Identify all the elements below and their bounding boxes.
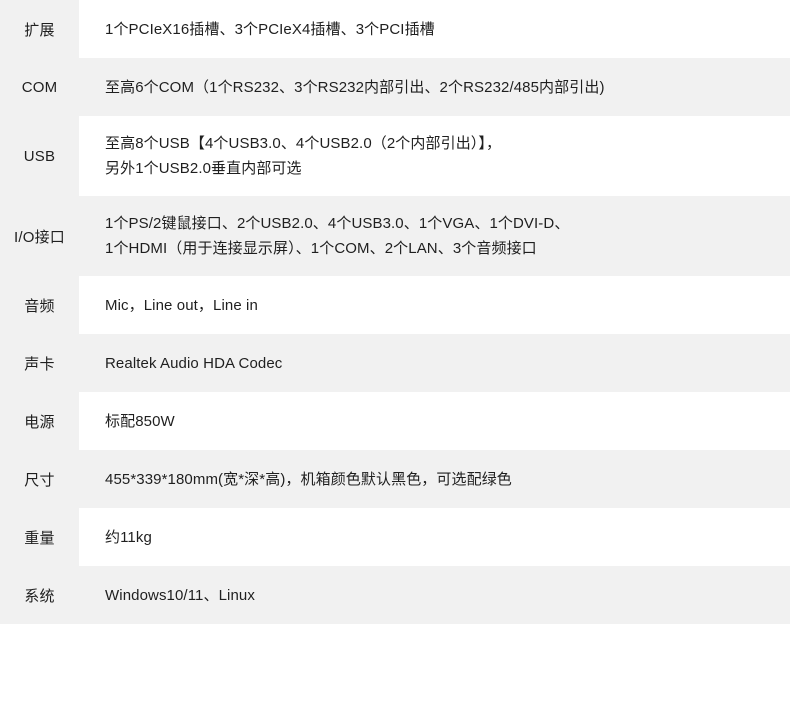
spec-value-cell: 455*339*180mm(宽*深*高)，机箱颜色默认黑色，可选配绿色 <box>79 450 790 508</box>
spec-label-cell: 音频 <box>0 276 79 334</box>
spec-value-line: 标配850W <box>105 412 175 430</box>
table-row: 重量 约11kg <box>0 508 790 566</box>
spec-value-cell: Realtek Audio HDA Codec <box>79 334 790 392</box>
spec-value-line: 1个PS/2键鼠接口、2个USB2.0、4个USB3.0、1个VGA、1个DVI… <box>105 215 570 232</box>
spec-value-line: 1个HDMI（用于连接显示屏）、1个COM、2个LAN、3个音频接口 <box>105 240 537 257</box>
spec-value-cell: 至高8个USB【4个USB3.0、4个USB2.0（2个内部引出）】， 另外1个… <box>79 116 790 196</box>
table-row: 尺寸 455*339*180mm(宽*深*高)，机箱颜色默认黑色，可选配绿色 <box>0 450 790 508</box>
spec-value-line: Realtek Audio HDA Codec <box>105 354 283 372</box>
table-row: 扩展 1个PCIeX16插槽、3个PCIeX4插槽、3个PCI插槽 <box>0 0 790 58</box>
spec-label-cell: COM <box>0 58 79 116</box>
specification-table: 扩展 1个PCIeX16插槽、3个PCIeX4插槽、3个PCI插槽 COM 至高… <box>0 0 790 624</box>
spec-value-line: 至高8个USB【4个USB3.0、4个USB2.0（2个内部引出）】， <box>105 135 502 152</box>
spec-value-line: Windows10/11、Linux <box>105 586 255 604</box>
page-bottom-whitespace <box>0 624 790 716</box>
spec-label-cell: 系统 <box>0 566 79 624</box>
spec-label-cell: 电源 <box>0 392 79 450</box>
spec-label-cell: 尺寸 <box>0 450 79 508</box>
spec-value-cell: 1个PS/2键鼠接口、2个USB2.0、4个USB3.0、1个VGA、1个DVI… <box>79 196 790 276</box>
spec-value-line: 1个PCIeX16插槽、3个PCIeX4插槽、3个PCI插槽 <box>105 20 435 38</box>
spec-value-cell: Windows10/11、Linux <box>79 566 790 624</box>
spec-label-cell: USB <box>0 116 79 196</box>
spec-value-line: 至高6个COM（1个RS232、3个RS232内部引出、2个RS232/485内… <box>105 78 605 96</box>
spec-label-cell: I/O接口 <box>0 196 79 276</box>
spec-label-cell: 扩展 <box>0 0 79 58</box>
spec-value-line: 另外1个USB2.0垂直内部可选 <box>105 160 302 177</box>
table-row: 电源 标配850W <box>0 392 790 450</box>
spec-value-line: 约11kg <box>105 528 152 546</box>
spec-value-line: Mic，Line out，Line in <box>105 296 258 314</box>
spec-label-cell: 重量 <box>0 508 79 566</box>
spec-value-line: 455*339*180mm(宽*深*高)，机箱颜色默认黑色，可选配绿色 <box>105 470 512 488</box>
table-row: USB 至高8个USB【4个USB3.0、4个USB2.0（2个内部引出）】， … <box>0 116 790 196</box>
spec-value-cell: 至高6个COM（1个RS232、3个RS232内部引出、2个RS232/485内… <box>79 58 790 116</box>
spec-value-cell: 1个PCIeX16插槽、3个PCIeX4插槽、3个PCI插槽 <box>79 0 790 58</box>
spec-sheet: 扩展 1个PCIeX16插槽、3个PCIeX4插槽、3个PCI插槽 COM 至高… <box>0 0 790 716</box>
table-row: 声卡 Realtek Audio HDA Codec <box>0 334 790 392</box>
spec-value-cell: 标配850W <box>79 392 790 450</box>
table-row: 系统 Windows10/11、Linux <box>0 566 790 624</box>
spec-label-cell: 声卡 <box>0 334 79 392</box>
table-row: I/O接口 1个PS/2键鼠接口、2个USB2.0、4个USB3.0、1个VGA… <box>0 196 790 276</box>
table-row: COM 至高6个COM（1个RS232、3个RS232内部引出、2个RS232/… <box>0 58 790 116</box>
table-row: 音频 Mic，Line out，Line in <box>0 276 790 334</box>
spec-value-cell: Mic，Line out，Line in <box>79 276 790 334</box>
spec-value-cell: 约11kg <box>79 508 790 566</box>
spec-table-body: 扩展 1个PCIeX16插槽、3个PCIeX4插槽、3个PCI插槽 COM 至高… <box>0 0 790 624</box>
